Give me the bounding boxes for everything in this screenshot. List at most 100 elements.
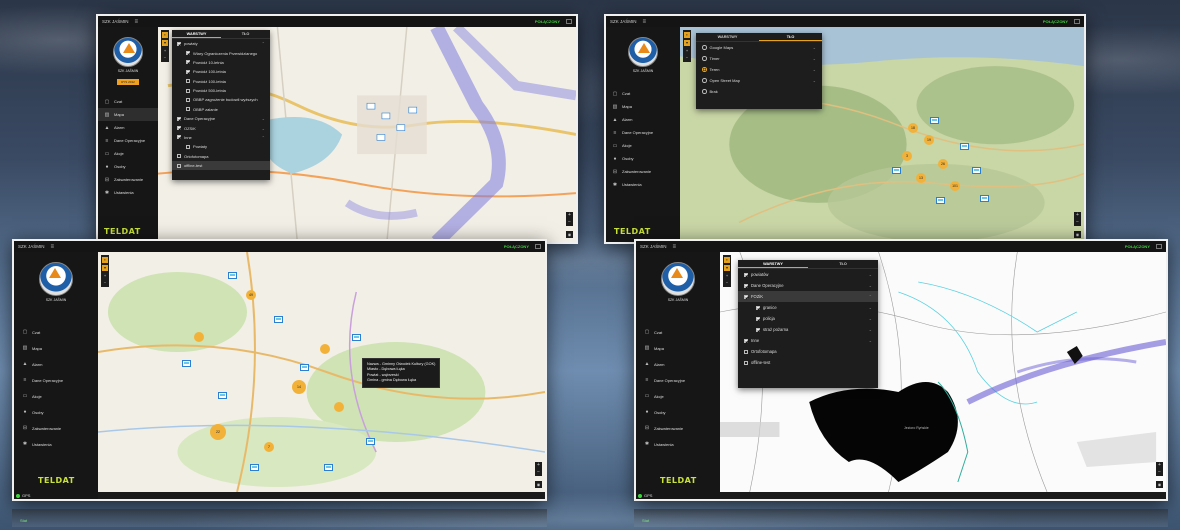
map-view[interactable]: 18 19 3 26 13 101 ▪ ▾ + − WARSTWY TŁO Go… bbox=[680, 27, 1084, 242]
map-marker[interactable] bbox=[250, 464, 259, 471]
cluster-tool-icon[interactable]: ▾ bbox=[162, 40, 168, 46]
chevron-up-icon[interactable]: ⌃ bbox=[262, 135, 265, 140]
chevron-down-icon[interactable]: ⌄ bbox=[869, 283, 872, 288]
zoom-control[interactable]: + − bbox=[1156, 462, 1163, 476]
map-marker[interactable] bbox=[352, 334, 361, 341]
radio[interactable] bbox=[702, 89, 707, 94]
tab-warstwy[interactable]: WARSTWY bbox=[172, 30, 221, 38]
map-cluster[interactable]: 18 bbox=[908, 123, 918, 133]
nav-item-czat[interactable]: ▢ Czat bbox=[98, 95, 158, 108]
zoom-out-icon[interactable]: − bbox=[686, 55, 688, 60]
checkbox[interactable] bbox=[744, 272, 748, 277]
tab-warstwy[interactable]: WARSTWY bbox=[696, 33, 759, 41]
nav-item-osoby[interactable]: ● Osoby bbox=[98, 160, 158, 173]
map-cluster[interactable]: 19 bbox=[924, 135, 934, 145]
checkbox[interactable] bbox=[177, 163, 181, 168]
nav-item-alarm[interactable]: ▲ Alarm bbox=[606, 113, 680, 126]
chevron-down-icon[interactable]: ⌄ bbox=[813, 67, 816, 72]
locate-icon[interactable]: ◉ bbox=[535, 481, 542, 488]
menu-icon[interactable]: ≡ bbox=[51, 244, 55, 250]
layer-row[interactable]: Inne ⌃ bbox=[172, 133, 270, 142]
layer-row[interactable]: Powódź 100-letnia bbox=[172, 77, 270, 86]
map-cluster[interactable]: 3 bbox=[902, 151, 912, 161]
nav-item-czat[interactable]: ▢ Czat bbox=[636, 324, 720, 340]
zoom-control[interactable]: + − bbox=[535, 462, 542, 476]
map-view[interactable]: Jezioro Ryńskie ▪ ▾ + − WARSTWY TŁO powi… bbox=[720, 252, 1166, 492]
radio[interactable] bbox=[702, 78, 707, 83]
nav-item-dane[interactable]: ≡ Dane Operacyjne bbox=[98, 134, 158, 147]
map-marker[interactable] bbox=[228, 272, 237, 279]
map-cluster[interactable]: 101 bbox=[950, 181, 960, 191]
zoom-in-icon[interactable]: + bbox=[164, 48, 166, 53]
checkbox[interactable] bbox=[186, 107, 190, 112]
checkbox[interactable] bbox=[186, 79, 190, 84]
checkbox[interactable] bbox=[177, 126, 181, 131]
nav-item-dane[interactable]: ≡ Dane Operacyjne bbox=[636, 372, 720, 388]
nav-item-akcje[interactable]: ▭ Akcje bbox=[14, 388, 98, 404]
checkbox[interactable] bbox=[186, 69, 190, 74]
checkbox[interactable] bbox=[744, 338, 748, 343]
checkbox[interactable] bbox=[186, 60, 190, 65]
zoom-in-icon[interactable]: + bbox=[726, 273, 728, 278]
checkbox[interactable] bbox=[186, 97, 190, 102]
chevron-down-icon[interactable]: ⌄ bbox=[869, 305, 872, 310]
window-icon[interactable] bbox=[1074, 19, 1080, 24]
menu-icon[interactable]: ≡ bbox=[643, 19, 647, 25]
nav-item-osoby[interactable]: ● Osoby bbox=[636, 404, 720, 420]
cluster-tool-icon[interactable]: ▾ bbox=[724, 265, 730, 271]
nav-item-ustawienia[interactable]: ✱ Ustawienia bbox=[14, 436, 98, 452]
zoom-in-icon[interactable]: + bbox=[686, 48, 688, 53]
locate-icon[interactable]: ◉ bbox=[1156, 481, 1163, 488]
checkbox[interactable] bbox=[744, 294, 748, 299]
window-icon[interactable] bbox=[1156, 244, 1162, 249]
map-marker[interactable] bbox=[892, 167, 901, 174]
layer-row[interactable]: Powódź 500-letnia bbox=[172, 86, 270, 95]
layer-row[interactable]: Inne ⌄ bbox=[738, 335, 878, 346]
chevron-down-icon[interactable]: ⌄ bbox=[813, 56, 816, 61]
layer-row[interactable]: Powódź 100-letnia bbox=[172, 67, 270, 76]
nav-item-mapa[interactable]: ▥ Mapa bbox=[636, 340, 720, 356]
map-cluster[interactable]: 22 bbox=[210, 424, 226, 440]
locate-icon[interactable]: ◉ bbox=[566, 231, 573, 238]
checkbox[interactable] bbox=[177, 135, 181, 140]
nav-item-czat[interactable]: ▢ Czat bbox=[14, 324, 98, 340]
layer-row[interactable]: Ortofotomapa bbox=[172, 152, 270, 161]
background-option[interactable]: Google Maps ⌄ bbox=[696, 42, 822, 53]
tab-tlo[interactable]: TŁO bbox=[221, 30, 270, 38]
background-option[interactable]: Teren ⌄ bbox=[696, 64, 822, 75]
nav-item-osoby[interactable]: ● Osoby bbox=[606, 152, 680, 165]
layer-row[interactable]: OZSiK ⌄ bbox=[172, 123, 270, 132]
nav-item-mapa[interactable]: ▥ Mapa bbox=[14, 340, 98, 356]
map-marker[interactable] bbox=[324, 464, 333, 471]
map-marker[interactable] bbox=[936, 197, 945, 204]
layer-row[interactable]: offline-test bbox=[172, 160, 270, 171]
zoom-control[interactable]: + − bbox=[1074, 212, 1081, 226]
zoom-control[interactable]: + − bbox=[566, 212, 573, 226]
nav-item-alarm[interactable]: ▲ Alarm bbox=[14, 356, 98, 372]
nav-item-dane[interactable]: ≡ Dane Operacyjne bbox=[606, 126, 680, 139]
map-cluster[interactable]: 7 bbox=[264, 442, 274, 452]
zoom-out-icon[interactable]: − bbox=[726, 280, 728, 285]
map-view[interactable]: ▪ ▾ + − WARSTWY TŁO powiaty ⌃ Wiary Ogran… bbox=[158, 27, 576, 242]
chevron-up-icon[interactable]: ⌃ bbox=[869, 294, 872, 299]
map-cluster[interactable]: 49 bbox=[246, 290, 256, 300]
radio[interactable] bbox=[702, 67, 707, 72]
window-icon[interactable] bbox=[566, 19, 572, 24]
tab-tlo[interactable]: TŁO bbox=[759, 33, 822, 41]
layer-row[interactable]: Ortofotomapa bbox=[738, 346, 878, 357]
checkbox[interactable] bbox=[186, 51, 190, 56]
layer-row[interactable]: Dane Operacyjne ⌄ bbox=[738, 280, 878, 291]
layers-tool-icon[interactable]: ▪ bbox=[102, 257, 108, 263]
chevron-up-icon[interactable]: ⌃ bbox=[262, 41, 265, 46]
nav-item-zakwaterowanie[interactable]: ⊟ Zakwaterowanie bbox=[98, 173, 158, 186]
chevron-down-icon[interactable]: ⌄ bbox=[262, 116, 265, 121]
menu-icon[interactable]: ≡ bbox=[673, 244, 677, 250]
map-marker[interactable] bbox=[218, 392, 227, 399]
tab-tlo[interactable]: TŁO bbox=[808, 260, 878, 268]
checkbox[interactable] bbox=[177, 41, 181, 46]
map-cluster[interactable]: 14 bbox=[292, 380, 306, 394]
chevron-down-icon[interactable]: ⌄ bbox=[262, 126, 265, 131]
background-option[interactable]: Open Street Map ⌄ bbox=[696, 75, 822, 86]
checkbox[interactable] bbox=[744, 349, 748, 354]
nav-item-alarm[interactable]: ▲ Alarm bbox=[636, 356, 720, 372]
